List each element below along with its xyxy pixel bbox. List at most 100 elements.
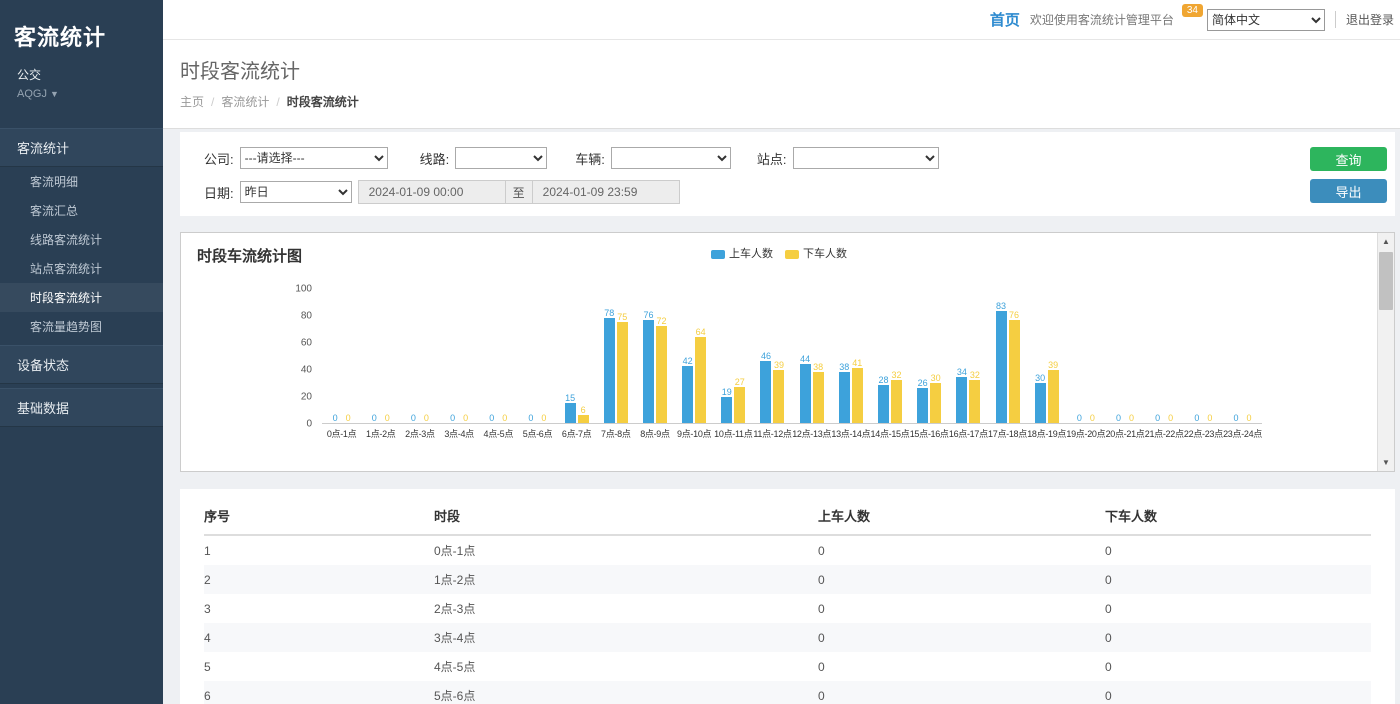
bar[interactable]: 42 bbox=[682, 356, 693, 423]
date-from-input[interactable] bbox=[358, 180, 506, 204]
bar[interactable]: 83 bbox=[996, 301, 1007, 423]
sidebar-section[interactable]: 客流统计 bbox=[0, 128, 163, 167]
bar[interactable]: 0 bbox=[1204, 413, 1215, 423]
table-cell: 0 bbox=[1105, 565, 1371, 594]
bar[interactable]: 0 bbox=[1244, 413, 1255, 423]
bar-group: 3841 bbox=[831, 288, 870, 423]
breadcrumb-item[interactable]: 客流统计 bbox=[221, 95, 269, 109]
bar[interactable]: 41 bbox=[852, 358, 863, 423]
table-cell: 0 bbox=[818, 623, 1105, 652]
chart-scrollbar[interactable]: ▲ ▼ bbox=[1377, 233, 1394, 471]
bar[interactable]: 32 bbox=[969, 370, 980, 423]
bar-value-label: 0 bbox=[372, 413, 377, 423]
line-select[interactable] bbox=[455, 147, 547, 169]
bar[interactable]: 0 bbox=[486, 413, 497, 423]
bar[interactable]: 0 bbox=[421, 413, 432, 423]
x-axis-label: 8点-9点 bbox=[635, 427, 674, 440]
bar-value-label: 0 bbox=[411, 413, 416, 423]
bar-value-label: 38 bbox=[813, 362, 823, 372]
bar[interactable]: 34 bbox=[956, 367, 967, 423]
content-area: 公司: ---请选择--- 线路: 车辆: 站点: 日期: 昨日 bbox=[163, 129, 1400, 704]
bar[interactable]: 0 bbox=[330, 413, 341, 423]
bar[interactable]: 46 bbox=[760, 351, 771, 423]
bar-rect bbox=[682, 366, 693, 423]
date-to-input[interactable] bbox=[532, 180, 680, 204]
bar[interactable]: 6 bbox=[578, 405, 589, 423]
bar[interactable]: 0 bbox=[460, 413, 471, 423]
bar[interactable]: 0 bbox=[343, 413, 354, 423]
main-area: 首页 欢迎使用客流统计管理平台 34 简体中文 退出登录 时段客流统计 主页/客… bbox=[163, 0, 1400, 704]
bar[interactable]: 19 bbox=[721, 387, 732, 423]
bar[interactable]: 0 bbox=[1191, 413, 1202, 423]
station-select[interactable] bbox=[793, 147, 939, 169]
app-title: 客流统计 bbox=[0, 0, 163, 64]
bar[interactable]: 0 bbox=[525, 413, 536, 423]
legend-item[interactable]: 上车人数 bbox=[711, 248, 773, 260]
sidebar-item[interactable]: 客流量趋势图 bbox=[0, 312, 163, 341]
scroll-up-icon[interactable]: ▲ bbox=[1378, 233, 1394, 250]
bar[interactable]: 0 bbox=[1074, 413, 1085, 423]
bar[interactable]: 76 bbox=[643, 310, 654, 423]
scroll-down-icon[interactable]: ▼ bbox=[1378, 454, 1394, 471]
bar[interactable]: 0 bbox=[538, 413, 549, 423]
bar-value-label: 78 bbox=[604, 308, 614, 318]
sidebar-section[interactable]: 设备状态 bbox=[0, 345, 163, 384]
bar[interactable]: 30 bbox=[1035, 373, 1046, 424]
export-button[interactable]: 导出 bbox=[1310, 179, 1387, 203]
bar-group: 3432 bbox=[949, 288, 988, 423]
sidebar-item[interactable]: 时段客流统计 bbox=[0, 283, 163, 312]
legend-label: 下车人数 bbox=[803, 248, 847, 260]
bar[interactable]: 72 bbox=[656, 316, 667, 423]
bar-rect bbox=[604, 318, 615, 423]
bar[interactable]: 28 bbox=[878, 375, 889, 423]
breadcrumb-item[interactable]: 主页 bbox=[180, 95, 204, 109]
bar[interactable]: 64 bbox=[695, 327, 706, 423]
bar[interactable]: 39 bbox=[1048, 360, 1059, 423]
bar[interactable]: 0 bbox=[1165, 413, 1176, 423]
home-link[interactable]: 首页 bbox=[990, 9, 1020, 30]
language-select[interactable]: 简体中文 bbox=[1207, 9, 1325, 31]
org-selector[interactable]: AQGJ▼ bbox=[0, 85, 163, 112]
table-cell: 0 bbox=[1105, 535, 1371, 565]
scrollbar-thumb[interactable] bbox=[1379, 252, 1393, 310]
bar[interactable]: 30 bbox=[930, 373, 941, 424]
query-button[interactable]: 查询 bbox=[1310, 147, 1387, 171]
bar[interactable]: 44 bbox=[800, 354, 811, 423]
legend-item[interactable]: 下车人数 bbox=[785, 248, 847, 260]
sidebar-item[interactable]: 客流明细 bbox=[0, 167, 163, 196]
bar[interactable]: 38 bbox=[813, 362, 824, 423]
bar[interactable]: 76 bbox=[1009, 310, 1020, 423]
bar[interactable]: 78 bbox=[604, 308, 615, 423]
notification-badge[interactable]: 34 bbox=[1182, 4, 1203, 17]
sidebar-item[interactable]: 线路客流统计 bbox=[0, 225, 163, 254]
bar[interactable]: 0 bbox=[1113, 413, 1124, 423]
vehicle-select[interactable] bbox=[611, 147, 731, 169]
sidebar-item[interactable]: 站点客流统计 bbox=[0, 254, 163, 283]
bar[interactable]: 0 bbox=[1087, 413, 1098, 423]
logout-link[interactable]: 退出登录 bbox=[1335, 11, 1394, 28]
bar[interactable]: 0 bbox=[382, 413, 393, 423]
bar[interactable]: 39 bbox=[773, 360, 784, 423]
bar[interactable]: 0 bbox=[1152, 413, 1163, 423]
bar-value-label: 0 bbox=[502, 413, 507, 423]
bar[interactable]: 0 bbox=[499, 413, 510, 423]
bar[interactable]: 15 bbox=[565, 393, 576, 423]
y-axis-label: 60 bbox=[301, 338, 312, 349]
bar[interactable]: 75 bbox=[617, 312, 628, 423]
table-header-cell: 上车人数 bbox=[818, 497, 1105, 535]
bar[interactable]: 0 bbox=[369, 413, 380, 423]
bar[interactable]: 32 bbox=[891, 370, 902, 423]
bar[interactable]: 0 bbox=[447, 413, 458, 423]
date-preset-select[interactable]: 昨日 bbox=[240, 181, 352, 203]
sidebar-section[interactable]: 基础数据 bbox=[0, 388, 163, 427]
bar-group: 8376 bbox=[988, 288, 1027, 423]
bar[interactable]: 0 bbox=[1231, 413, 1242, 423]
bar-value-label: 26 bbox=[918, 378, 928, 388]
company-select[interactable]: ---请选择--- bbox=[240, 147, 388, 169]
bar[interactable]: 38 bbox=[839, 362, 850, 423]
bar[interactable]: 0 bbox=[408, 413, 419, 423]
bar[interactable]: 0 bbox=[1126, 413, 1137, 423]
bar[interactable]: 27 bbox=[734, 377, 745, 423]
sidebar-item[interactable]: 客流汇总 bbox=[0, 196, 163, 225]
bar[interactable]: 26 bbox=[917, 378, 928, 423]
